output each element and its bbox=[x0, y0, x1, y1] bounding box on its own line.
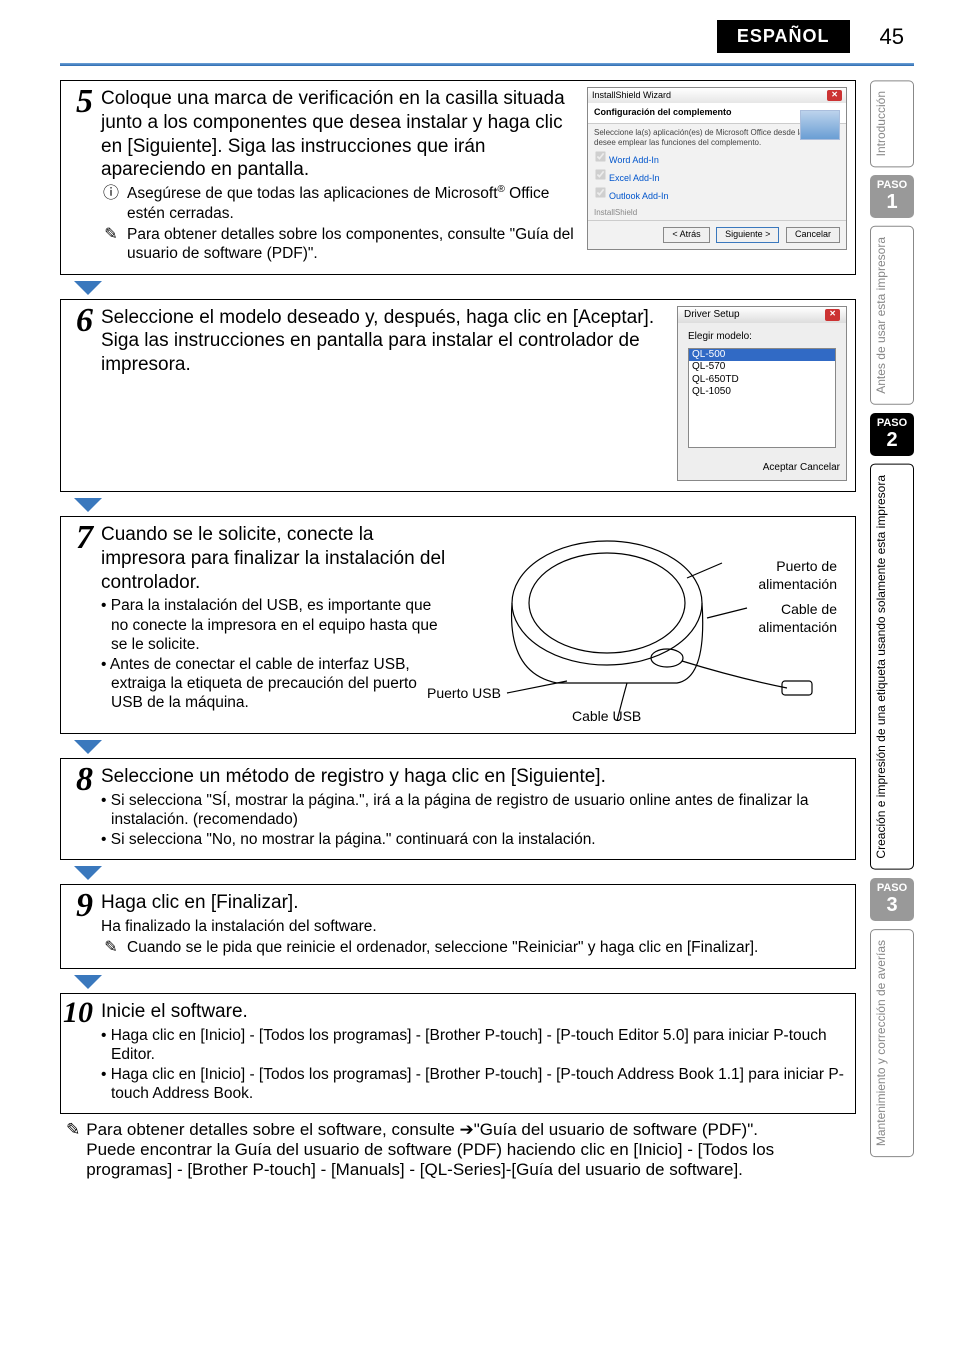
step-number: 5 bbox=[61, 81, 97, 274]
driver-dialog: Driver Setup ✕ Elegir modelo: QL-500 QL-5… bbox=[677, 306, 847, 482]
step-lead: Inicie el software. bbox=[101, 1000, 847, 1024]
label-usb-port: Puerto USB bbox=[427, 685, 517, 703]
label-usb-cable: Cable USB bbox=[572, 708, 641, 726]
pencil-icon: ✎ bbox=[101, 225, 121, 245]
bullet: • Haga clic en [Inicio] - [Todos los pro… bbox=[101, 1026, 847, 1065]
step-number: 8 bbox=[61, 759, 97, 859]
wizard-subtitle: Configuración del complemento bbox=[594, 107, 732, 117]
next-button: Siguiente > bbox=[716, 227, 779, 242]
checkbox-word: Word Add-In bbox=[594, 150, 840, 166]
step-number: 9 bbox=[61, 885, 97, 968]
tab-introduccion[interactable]: Introducción bbox=[870, 80, 914, 167]
bullet: • Si selecciona "No, no mostrar la págin… bbox=[101, 830, 847, 849]
tab-paso-2[interactable]: PASO2 bbox=[870, 413, 914, 456]
step-number: 10 bbox=[61, 994, 97, 1113]
list-item: QL-570 bbox=[689, 361, 835, 374]
pencil-icon: ✎ bbox=[66, 1120, 80, 1180]
list-item: QL-500 bbox=[689, 349, 835, 362]
pencil-icon: ✎ bbox=[101, 938, 121, 958]
bullet: • Antes de conectar el cable de interfaz… bbox=[101, 655, 447, 713]
tab-antes-de-usar[interactable]: Antes de usar esta impresora bbox=[870, 226, 914, 405]
step-lead: Seleccione un método de registro y haga … bbox=[101, 765, 847, 789]
arrow-down-icon bbox=[74, 498, 102, 512]
arrow-down-icon bbox=[74, 975, 102, 989]
step-8: 8 Seleccione un método de registro y hag… bbox=[60, 758, 856, 860]
step-sub: Ha finalizado la instalación del softwar… bbox=[101, 917, 847, 936]
note-text: Asegúrese de que todas las aplicaciones … bbox=[127, 184, 577, 223]
bullet: • Para la instalación del USB, es import… bbox=[101, 596, 447, 654]
arrow-down-icon bbox=[74, 740, 102, 754]
arrow-down-icon bbox=[74, 281, 102, 295]
footer-line: Puede encontrar la Guía del usuario de s… bbox=[86, 1140, 850, 1180]
label-power-port: Puerto de alimentación bbox=[727, 558, 837, 593]
step-number: 6 bbox=[61, 300, 97, 492]
info-icon: ⓘ bbox=[101, 184, 121, 204]
dialog-label: Elegir modelo: bbox=[688, 331, 836, 344]
label-power-cable: Cable de alimentación bbox=[727, 601, 837, 636]
close-icon: ✕ bbox=[827, 90, 842, 101]
close-icon: ✕ bbox=[825, 309, 840, 322]
tab-creacion-impresion[interactable]: Creación e impresión de una etiqueta usa… bbox=[870, 464, 914, 870]
checkbox-outlook: Outlook Add-In bbox=[594, 186, 840, 202]
tab-paso-1[interactable]: PASO1 bbox=[870, 175, 914, 218]
step-lead: Cuando se le solicite, conecte la impres… bbox=[101, 523, 447, 594]
step-7: 7 Cuando se le solicite, conecte la impr… bbox=[60, 516, 856, 734]
bullet: • Si selecciona "SÍ, mostrar la página."… bbox=[101, 791, 847, 830]
footer-line: Para obtener detalles sobre el software,… bbox=[86, 1120, 850, 1140]
step-lead: Haga clic en [Finalizar]. bbox=[101, 891, 847, 915]
list-item: QL-1050 bbox=[689, 386, 835, 399]
wizard-title: InstallShield Wizard bbox=[592, 90, 671, 101]
checkbox-excel: Excel Add-In bbox=[594, 168, 840, 184]
step-lead: Seleccione el modelo deseado y, después,… bbox=[101, 306, 667, 377]
tab-mantenimiento[interactable]: Mantenimiento y corrección de averías bbox=[870, 929, 914, 1157]
step-lead: Coloque una marca de verificación en la … bbox=[101, 87, 577, 182]
page-number: 45 bbox=[880, 24, 904, 50]
dialog-title: Driver Setup bbox=[684, 309, 740, 322]
bullet: • Haga clic en [Inicio] - [Todos los pro… bbox=[101, 1065, 847, 1104]
wizard-image bbox=[800, 110, 840, 140]
model-list: QL-500 QL-570 QL-650TD QL-1050 bbox=[688, 348, 836, 448]
cancel-button: Cancelar bbox=[786, 227, 840, 242]
tab-paso-3[interactable]: PASO3 bbox=[870, 878, 914, 921]
footer-note: ✎ Para obtener detalles sobre el softwar… bbox=[60, 1120, 856, 1180]
arrow-down-icon bbox=[74, 866, 102, 880]
step-10: 10 Inicie el software. • Haga clic en [I… bbox=[60, 993, 856, 1114]
step-5: 5 Coloque una marca de verificación en l… bbox=[60, 80, 856, 275]
note-text: Cuando se le pida que reinicie el ordena… bbox=[127, 938, 758, 957]
step-6: 6 Seleccione el modelo deseado y, despué… bbox=[60, 299, 856, 493]
header-rule bbox=[60, 63, 914, 66]
ok-button: Aceptar bbox=[763, 462, 797, 473]
back-button: < Atrás bbox=[663, 227, 709, 242]
note-text: Para obtener detalles sobre los componen… bbox=[127, 225, 577, 264]
language-label: ESPAÑOL bbox=[717, 20, 850, 53]
printer-illustration: Puerto de alimentación Cable de alimenta… bbox=[457, 523, 847, 723]
list-item: QL-650TD bbox=[689, 374, 835, 387]
step-number: 7 bbox=[61, 517, 97, 733]
brand-label: InstallShield bbox=[588, 206, 846, 220]
step-9: 9 Haga clic en [Finalizar]. Ha finalizad… bbox=[60, 884, 856, 969]
wizard-screenshot: InstallShield Wizard ✕ Configuración del … bbox=[587, 87, 847, 250]
cancel-button: Cancelar bbox=[800, 462, 840, 473]
